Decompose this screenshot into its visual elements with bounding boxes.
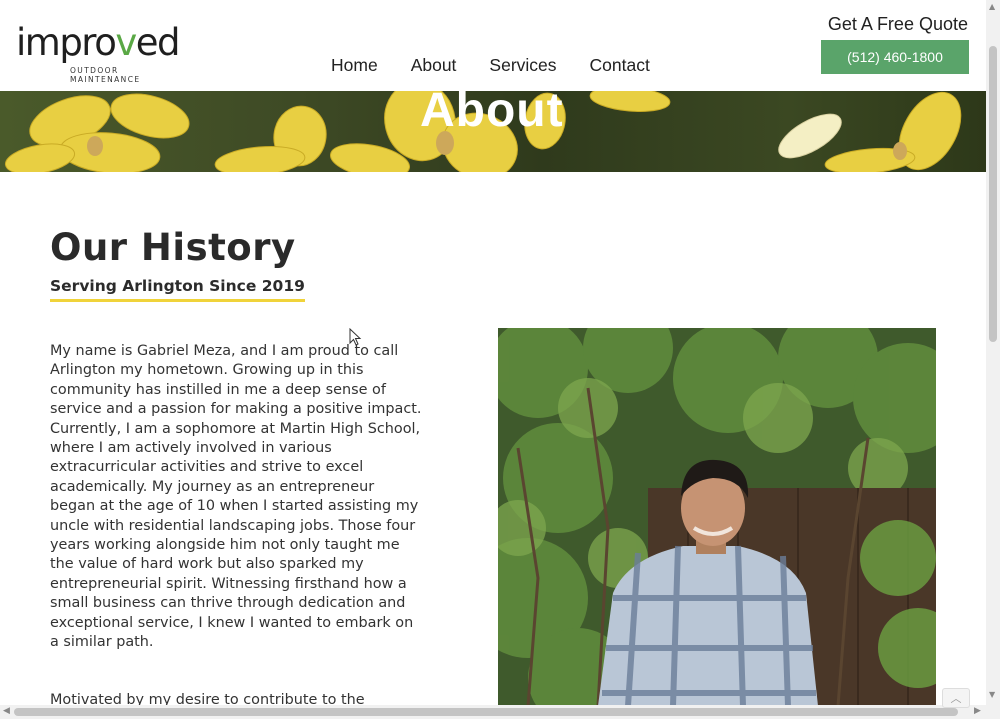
scrollbar-thumb[interactable] <box>989 46 997 342</box>
chevron-left-icon[interactable]: ◀ <box>3 706 10 716</box>
section-subheading: Serving Arlington Since 2019 <box>50 277 305 302</box>
horizontal-scrollbar[interactable]: ◀ ▶ <box>0 705 1000 719</box>
scrollbar-thumb[interactable] <box>14 708 958 716</box>
phone-button[interactable]: (512) 460-1800 <box>821 40 969 74</box>
nav-item-about[interactable]: About <box>411 55 457 76</box>
vertical-scrollbar[interactable]: ▲ ▼ <box>986 0 1000 705</box>
nav-item-services[interactable]: Services <box>489 55 556 76</box>
owner-photo <box>498 328 936 706</box>
section-heading: Our History <box>50 226 296 269</box>
site-header: improved OUTDOOR MAINTENANCE Home About … <box>0 0 986 91</box>
logo-wordmark: improved <box>16 21 181 64</box>
nav-item-home[interactable]: Home <box>331 55 378 76</box>
main-nav: Home About Services Contact <box>331 55 683 76</box>
mouse-pointer-icon <box>349 328 362 346</box>
chevron-up-icon[interactable]: ▲ <box>989 2 995 11</box>
site-logo[interactable]: improved OUTDOOR MAINTENANCE <box>16 21 191 85</box>
chevron-down-icon[interactable]: ▼ <box>989 690 995 699</box>
history-paragraph: My name is Gabriel Meza, and I am proud … <box>50 343 422 651</box>
back-to-top-button[interactable]: ︿ <box>942 688 970 708</box>
banner-title: About <box>420 91 564 137</box>
nav-item-contact[interactable]: Contact <box>590 55 650 76</box>
page-banner: About <box>0 91 986 172</box>
chevron-up-icon: ︿ <box>950 692 962 705</box>
chevron-right-icon[interactable]: ▶ <box>974 706 981 716</box>
quote-title: Get A Free Quote <box>827 14 968 34</box>
logo-tagline: OUTDOOR MAINTENANCE <box>70 66 141 84</box>
